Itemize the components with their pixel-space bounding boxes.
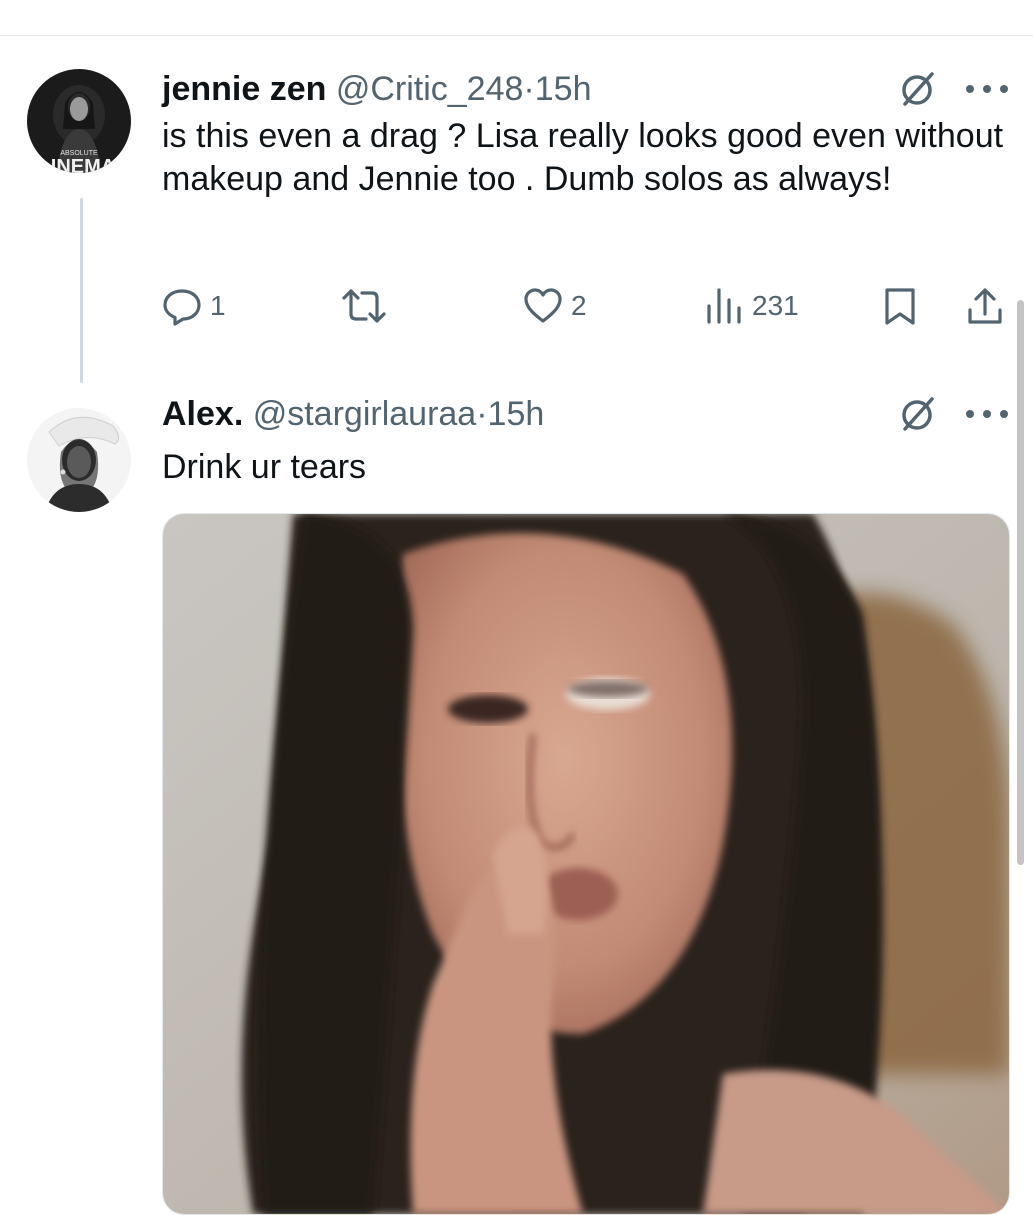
bookmark-button[interactable] xyxy=(882,281,918,331)
avatar-jennie-zen[interactable]: ABSOLUTE INEMA xyxy=(27,69,131,173)
retweet-button[interactable] xyxy=(340,281,388,331)
user-handle[interactable]: @Critic_248 xyxy=(336,70,524,108)
timestamp[interactable]: 15h xyxy=(488,395,545,433)
like-button[interactable]: 2 xyxy=(523,281,587,331)
top-divider xyxy=(0,35,1033,36)
retweet-icon xyxy=(342,289,386,323)
grok-icon[interactable] xyxy=(898,69,938,109)
share-icon xyxy=(968,288,1002,324)
reply-button[interactable]: 1 xyxy=(162,281,226,331)
bookmark-icon xyxy=(885,288,915,325)
attached-photo[interactable] xyxy=(162,513,1010,1215)
scrollbar[interactable] xyxy=(1017,300,1024,865)
avatar-image: ABSOLUTE INEMA xyxy=(27,69,131,173)
user-handle[interactable]: @stargirlauraa xyxy=(253,395,477,433)
views-chart-icon xyxy=(707,288,741,324)
share-button[interactable] xyxy=(965,281,1005,331)
thread-connector-line xyxy=(80,198,83,383)
like-count: 2 xyxy=(571,290,587,321)
tweet-text: is this even a drag ? Lisa really looks … xyxy=(162,117,1004,198)
tweet-header: Alex. @stargirlauraa·15h xyxy=(162,394,544,434)
avatar-caption-large: INEMA xyxy=(51,156,115,173)
grok-icon[interactable] xyxy=(898,394,938,434)
media-image xyxy=(163,514,1009,1214)
avatar-alex[interactable] xyxy=(27,408,131,512)
reply-count: 1 xyxy=(210,290,226,321)
more-dots-icon[interactable] xyxy=(962,79,1012,99)
tweet-header: jennie zen @Critic_248·15h xyxy=(162,69,591,109)
views-count: 231 xyxy=(752,290,799,321)
more-dots-icon[interactable] xyxy=(962,404,1012,424)
heart-icon xyxy=(524,288,562,323)
avatar-image xyxy=(27,408,131,512)
tweet-action-bar: 1 2 231 xyxy=(162,281,1012,331)
display-name[interactable]: jennie zen xyxy=(162,70,326,108)
views-button[interactable]: 231 xyxy=(704,281,799,331)
tweet-text: Drink ur tears xyxy=(162,448,367,486)
display-name[interactable]: Alex. xyxy=(162,395,243,433)
timestamp[interactable]: 15h xyxy=(535,70,592,108)
separator-dot: · xyxy=(523,70,535,108)
reply-icon xyxy=(163,289,201,326)
separator-dot: · xyxy=(476,395,488,433)
